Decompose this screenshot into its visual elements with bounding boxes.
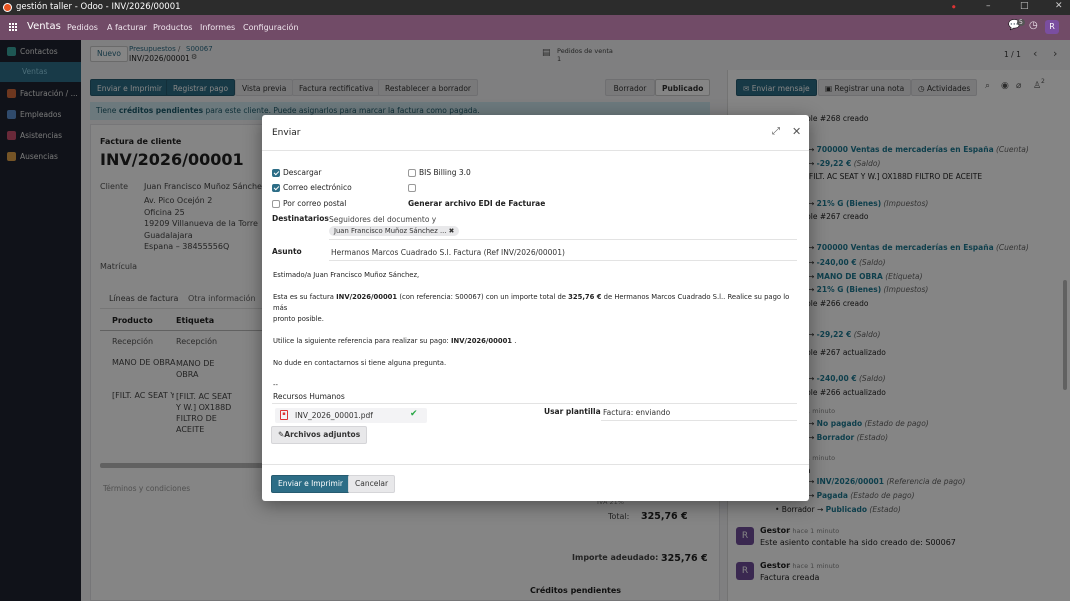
bis-billing-label: BIS Billing 3.0 bbox=[419, 168, 471, 177]
email-checkbox[interactable] bbox=[272, 184, 280, 192]
app-grid-icon[interactable] bbox=[9, 23, 18, 32]
subject-label: Asunto bbox=[272, 247, 302, 256]
close-icon[interactable]: ✕ bbox=[1055, 1, 1063, 11]
menu-productos[interactable]: Productos bbox=[153, 23, 192, 32]
record-icon: ⏺ bbox=[952, 3, 956, 11]
attachments-button[interactable]: ✎Archivos adjuntos bbox=[271, 426, 368, 444]
close-icon[interactable]: ✕ bbox=[792, 125, 801, 138]
remove-tag-icon[interactable]: ✖ bbox=[449, 227, 455, 235]
menu-informes[interactable]: Informes bbox=[200, 23, 235, 32]
subject-input[interactable]: Hermanos Marcos Cuadrado S.l. Factura (R… bbox=[331, 248, 565, 257]
menu-configuracion[interactable]: Configuración bbox=[243, 23, 299, 32]
postal-checkbox[interactable] bbox=[272, 200, 280, 208]
bis-billing-checkbox[interactable] bbox=[408, 169, 416, 177]
top-navbar: Ventas Pedidos A facturar Productos Info… bbox=[0, 15, 1070, 40]
expand-icon[interactable]: ⤢ bbox=[772, 126, 780, 137]
body-divider bbox=[272, 403, 797, 404]
recipients-underline bbox=[329, 239, 797, 240]
dialog-title: Enviar bbox=[272, 128, 301, 138]
template-underline bbox=[601, 420, 797, 421]
check-icon: ✔ bbox=[410, 409, 418, 419]
minimize-icon[interactable]: – bbox=[986, 1, 991, 11]
dialog-cancel-button[interactable]: Cancelar bbox=[348, 475, 396, 493]
attachment-name: INV_2026_00001.pdf bbox=[295, 411, 373, 420]
recipients-label: Destinatarios bbox=[272, 214, 329, 223]
window-titlebar: gestión taller - Odoo - INV/2026/00001 ⏺… bbox=[0, 0, 1070, 15]
menu-pedidos[interactable]: Pedidos bbox=[67, 23, 98, 32]
app-name[interactable]: Ventas bbox=[27, 21, 61, 32]
template-label: Usar plantilla bbox=[544, 407, 601, 416]
pdf-icon: ▪ bbox=[280, 410, 288, 420]
attachment-chip[interactable]: ▪ INV_2026_00001.pdf ✔ bbox=[275, 408, 427, 423]
dialog-header-divider bbox=[262, 150, 809, 151]
maximize-icon[interactable]: □ bbox=[1020, 1, 1029, 11]
send-dialog: Enviar ⤢ ✕ Descargar Correo electrónico … bbox=[262, 115, 809, 501]
window-title: gestión taller - Odoo - INV/2026/00001 bbox=[16, 2, 181, 12]
ubuntu-icon bbox=[3, 3, 12, 12]
email-body-editor[interactable]: Estimado/a Juan Francisco Muñoz Sánchez,… bbox=[273, 270, 793, 402]
facturae-label: Generar archivo EDI de Facturae bbox=[408, 199, 546, 208]
user-avatar[interactable]: R bbox=[1045, 20, 1059, 34]
download-label: Descargar bbox=[283, 168, 322, 177]
facturae-checkbox[interactable] bbox=[408, 184, 416, 192]
dialog-footer-divider bbox=[262, 464, 809, 465]
download-checkbox[interactable] bbox=[272, 169, 280, 177]
dialog-send-print-button[interactable]: Enviar e Imprimir bbox=[271, 475, 350, 493]
chat-count-badge: 5 bbox=[1017, 19, 1025, 26]
postal-label: Por correo postal bbox=[283, 199, 347, 208]
recipients-text: Seguidores del documento y bbox=[329, 215, 437, 224]
clock-icon[interactable]: ◷ bbox=[1029, 20, 1038, 31]
email-label: Correo electrónico bbox=[283, 183, 352, 192]
recipient-tag[interactable]: Juan Francisco Muñoz Sánchez ... ✖ bbox=[329, 226, 460, 236]
subject-underline bbox=[329, 260, 797, 261]
menu-a-facturar[interactable]: A facturar bbox=[107, 23, 147, 32]
template-select[interactable]: Factura: enviando bbox=[603, 408, 670, 417]
